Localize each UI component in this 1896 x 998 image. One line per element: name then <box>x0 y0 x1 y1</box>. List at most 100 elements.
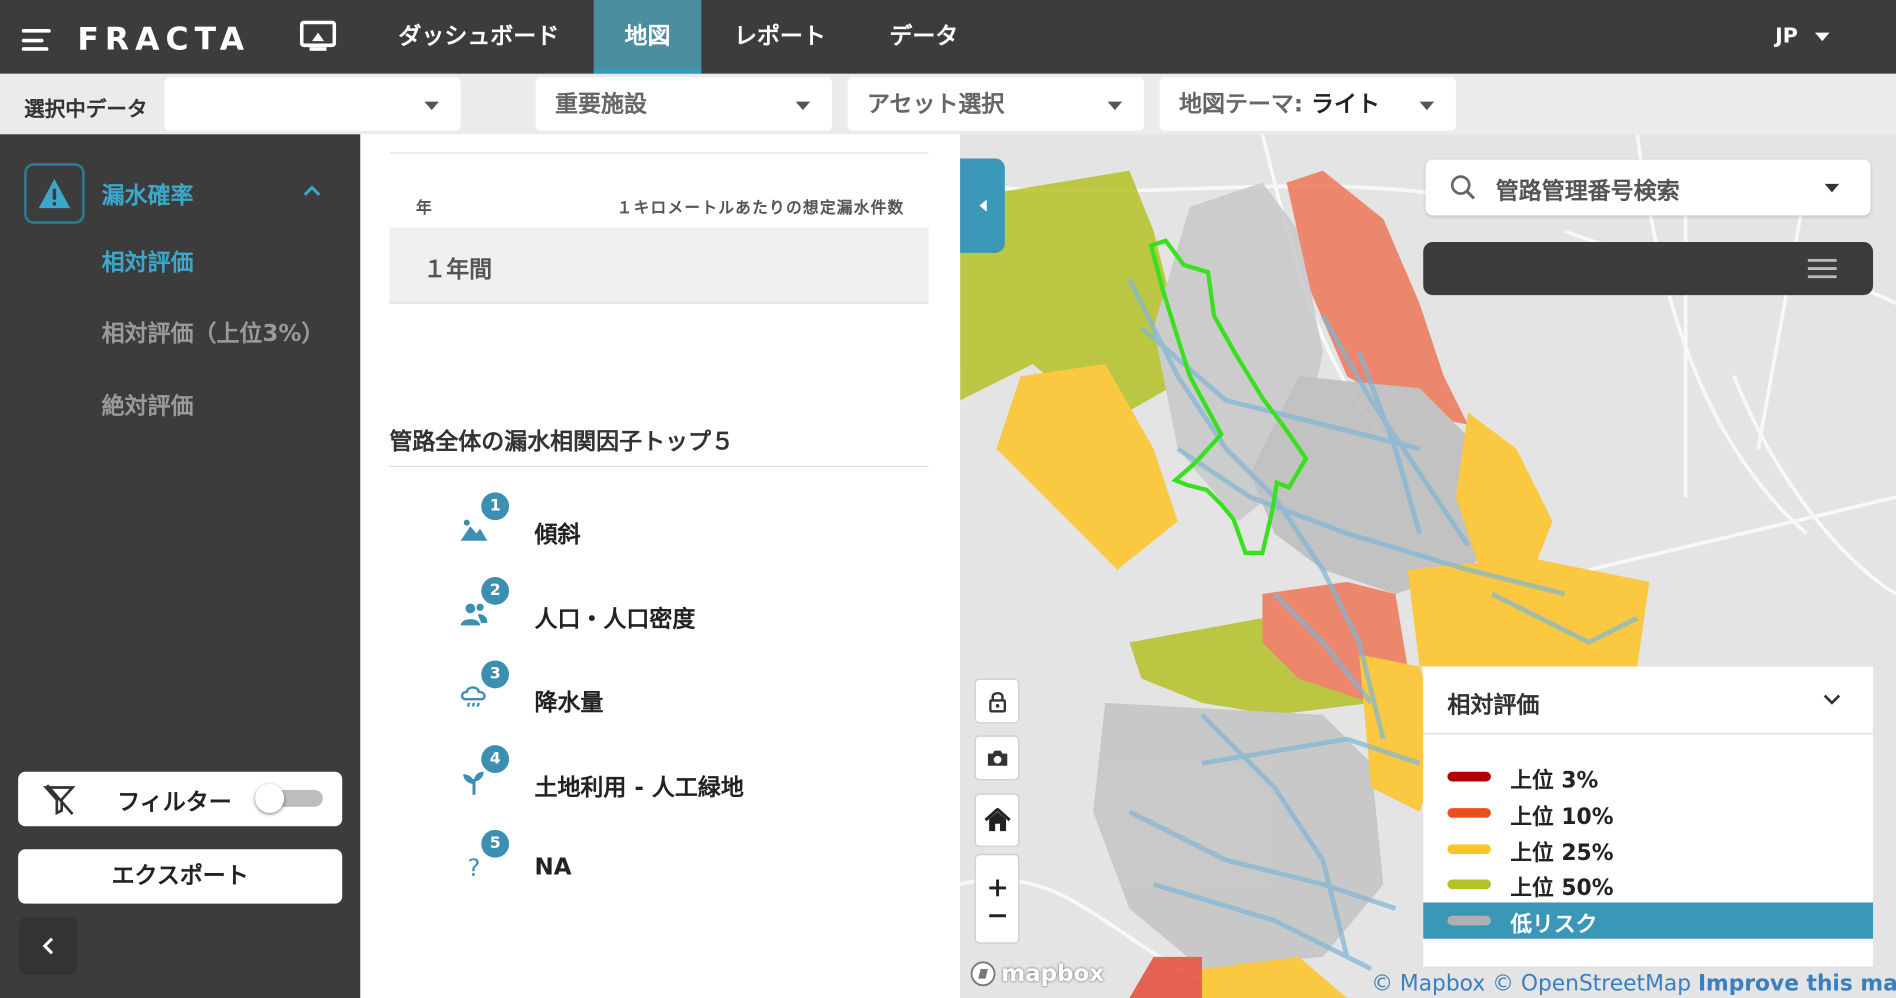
legend-swatch <box>1447 844 1491 855</box>
facilities-label: 重要施設 <box>555 90 647 118</box>
tab-map[interactable]: 地図 <box>593 0 702 74</box>
legend-item: 上位 50% <box>1423 866 1873 902</box>
lock-button[interactable] <box>974 678 1020 724</box>
rain-icon <box>460 686 486 707</box>
section-title: 漏水確率 <box>101 182 194 209</box>
map-attribution: © Mapbox © OpenStreetMap Improve this ma… <box>1371 971 1896 996</box>
chevron-down-icon <box>1419 101 1435 111</box>
chevron-down-icon <box>1107 101 1123 111</box>
mapbox-icon <box>970 961 996 987</box>
top5-title: 管路全体の漏水相関因子トップ５ <box>389 428 735 455</box>
pipe-id-search[interactable]: 管路管理番号検索 <box>1425 159 1871 216</box>
chevron-down-icon <box>424 101 439 111</box>
factor-label: NA <box>534 854 572 881</box>
search-placeholder: 管路管理番号検索 <box>1495 177 1680 205</box>
home-icon <box>983 808 1011 832</box>
sidebar-item-relative-top3[interactable]: 相対評価（上位3%） <box>102 316 325 349</box>
legend-header[interactable]: 相対評価 <box>1423 667 1874 735</box>
rank-badge: 3 <box>481 660 510 689</box>
filter-toggle-button[interactable]: フィルター <box>18 771 343 827</box>
map-theme-value: ライト <box>1311 90 1380 118</box>
lock-icon <box>988 691 1006 712</box>
risk-legend: 相対評価 上位 3% 上位 10% 上位 25% 上位 50% 低リスク <box>1423 666 1874 967</box>
map-theme-dropdown[interactable]: 地図テーマ: ライト <box>1159 77 1456 131</box>
monitor-icon[interactable] <box>299 20 337 52</box>
legend-item: 上位 3% <box>1423 758 1873 794</box>
legend-label: 低リスク <box>1510 912 1598 938</box>
tab-report[interactable]: レポート <box>713 0 846 74</box>
selected-data-label: 選択中データ <box>24 97 148 123</box>
factor-item: 2 人口・人口密度 <box>459 577 822 635</box>
zoom-out-icon[interactable] <box>988 913 1006 918</box>
legend-label: 上位 25% <box>1510 840 1614 867</box>
filter-bar: 選択中データ 重要施設 アセット選択 地図テーマ: ライト <box>0 73 1896 135</box>
menu-logo-icon <box>21 25 51 54</box>
legend-item: 上位 25% <box>1423 831 1873 867</box>
factor-label: 傾斜 <box>534 521 581 548</box>
chevron-down-icon <box>1824 183 1840 193</box>
language-selector[interactable]: JP <box>1775 24 1830 48</box>
chevron-down-icon <box>1814 32 1830 41</box>
filter-label: フィルター <box>117 788 232 816</box>
layer-menu-bar[interactable] <box>1423 241 1874 296</box>
camera-icon <box>987 750 1007 766</box>
improve-map-link[interactable]: Improve this map <box>1698 971 1896 996</box>
filter-switch[interactable] <box>250 783 327 813</box>
column-header-year: 年 <box>415 199 432 218</box>
factor-label: 降水量 <box>534 689 604 717</box>
legend-swatch <box>1447 808 1491 818</box>
rank-badge: 2 <box>481 577 510 605</box>
legend-item-selected[interactable]: 低リスク <box>1423 902 1874 939</box>
panel-toggle-handle[interactable] <box>960 158 1005 253</box>
warning-icon-box <box>24 163 85 224</box>
factor-label: 土地利用 - 人工緑地 <box>534 774 744 801</box>
leak-probability-section[interactable]: 漏水確率 <box>24 163 341 224</box>
export-button[interactable]: エクスポート <box>18 849 343 904</box>
search-icon <box>1450 175 1476 200</box>
sidebar-item-absolute[interactable]: 絶対評価 <box>102 388 194 421</box>
chevron-up-icon <box>303 185 321 196</box>
top-navigation-bar: FRACTA ダッシュボード 地図 レポート データ JP <box>0 0 1896 74</box>
attribution-mapbox-link[interactable]: © Mapbox <box>1371 971 1485 996</box>
chevron-left-icon <box>42 937 54 955</box>
factor-item: 1 傾斜 <box>459 492 822 550</box>
attribution-osm-link[interactable]: © OpenStreetMap <box>1492 971 1691 996</box>
factor-item: 4 土地利用 - 人工緑地 <box>459 745 822 803</box>
legend-swatch <box>1447 879 1491 890</box>
selected-data-dropdown[interactable] <box>164 77 461 131</box>
rank-badge: 4 <box>481 745 510 773</box>
factor-item: 3 降水量 <box>459 660 822 718</box>
asset-label: アセット選択 <box>866 90 1005 118</box>
map-theme-label: 地図テーマ: <box>1178 90 1312 118</box>
plant-icon <box>463 771 484 795</box>
tab-data[interactable]: データ <box>868 0 979 74</box>
mapbox-logo-text: mapbox <box>1001 960 1105 988</box>
legend-label: 上位 50% <box>1510 875 1614 902</box>
collapse-sidebar-button[interactable] <box>19 916 78 976</box>
tab-dashboard[interactable]: ダッシュボード <box>376 0 582 74</box>
caret-left-icon <box>978 199 987 212</box>
chevron-down-icon <box>1823 694 1841 705</box>
slope-icon <box>460 519 488 541</box>
zoom-controls[interactable] <box>974 854 1020 944</box>
screenshot-button[interactable] <box>974 735 1020 781</box>
sidebar-item-relative[interactable]: 相対評価 <box>102 244 194 277</box>
factor-label: 人口・人口密度 <box>534 606 696 633</box>
fracta-logo[interactable]: FRACTA <box>21 21 251 59</box>
logo-text: FRACTA <box>77 21 251 59</box>
table-row: １年間 <box>389 227 929 304</box>
zoom-in-icon[interactable] <box>988 879 1006 897</box>
factor-item: ? 5 NA <box>459 829 822 888</box>
home-button[interactable] <box>974 793 1020 847</box>
legend-label: 上位 10% <box>1510 804 1614 830</box>
asset-dropdown[interactable]: アセット選択 <box>847 77 1144 131</box>
row-year: １年間 <box>423 256 493 284</box>
legend-label: 上位 3% <box>1510 768 1599 794</box>
rank-badge: 1 <box>481 492 510 521</box>
filter-off-icon <box>42 784 76 816</box>
divider <box>389 465 929 467</box>
detail-panel: 年 １キロメートルあたりの想定漏水件数 １年間 管路全体の漏水相関因子トップ５ … <box>360 134 961 998</box>
mapbox-logo[interactable]: mapbox <box>970 960 1105 988</box>
facilities-dropdown[interactable]: 重要施設 <box>535 77 832 131</box>
legend-item: 上位 10% <box>1423 795 1873 831</box>
